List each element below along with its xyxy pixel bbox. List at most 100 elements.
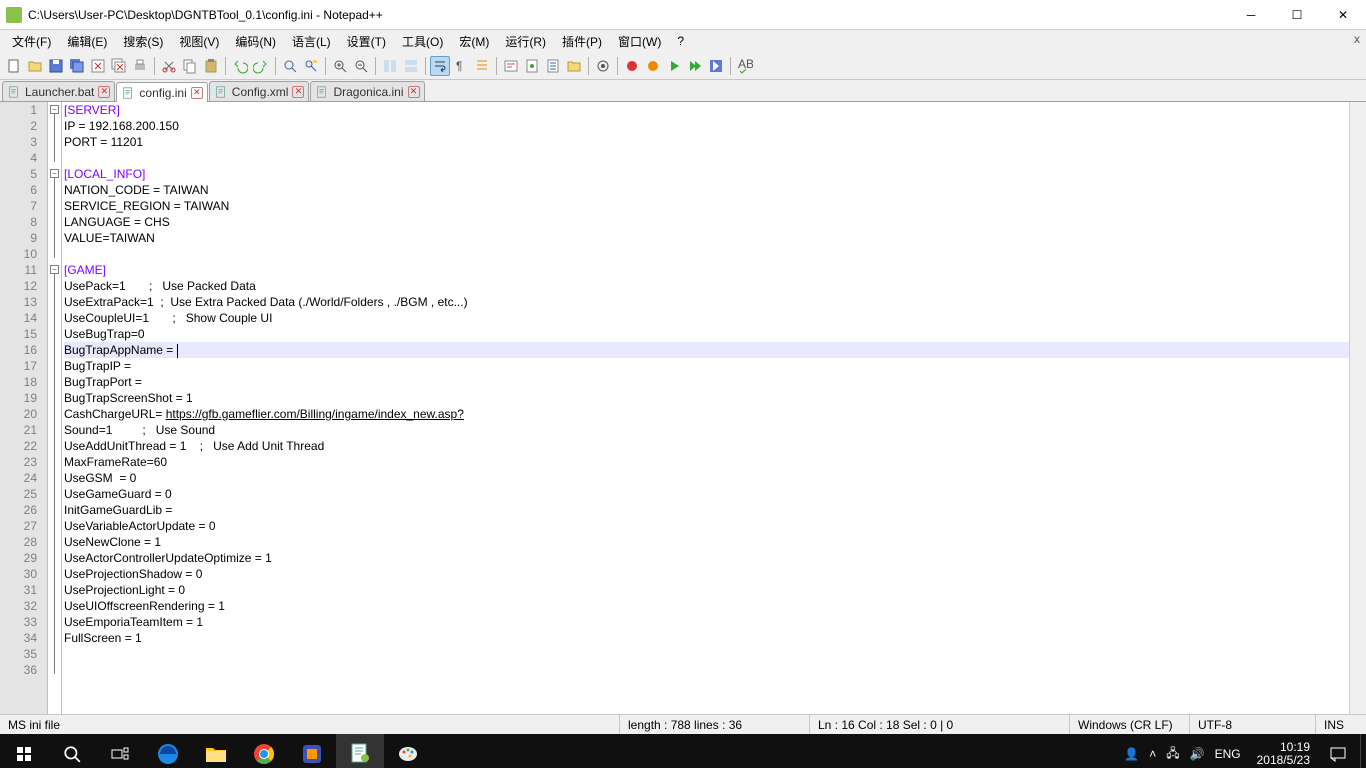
play-multi-button[interactable] bbox=[685, 56, 705, 76]
maximize-button[interactable]: ☐ bbox=[1274, 0, 1320, 30]
code-line[interactable]: UseVariableActorUpdate = 0 bbox=[64, 518, 1366, 534]
code-line[interactable]: SERVICE_REGION = TAIWAN bbox=[64, 198, 1366, 214]
menu-item[interactable]: 编辑(E) bbox=[59, 31, 115, 52]
tab[interactable]: Config.xml✕ bbox=[209, 81, 310, 101]
sync-v-button[interactable] bbox=[380, 56, 400, 76]
code-line[interactable]: UsePack=1 ; Use Packed Data bbox=[64, 278, 1366, 294]
editor[interactable]: 1234567891011121314151617181920212223242… bbox=[0, 102, 1366, 714]
code-line[interactable]: VALUE=TAIWAN bbox=[64, 230, 1366, 246]
code-line[interactable]: UseEmporiaTeamItem = 1 bbox=[64, 614, 1366, 630]
code-line[interactable]: InitGameGuardLib = bbox=[64, 502, 1366, 518]
sync-h-button[interactable] bbox=[401, 56, 421, 76]
fold-toggle[interactable]: − bbox=[50, 265, 59, 274]
tab[interactable]: Launcher.bat✕ bbox=[2, 81, 115, 101]
menu-item[interactable]: 宏(M) bbox=[451, 31, 497, 52]
people-icon[interactable]: 👤 bbox=[1124, 747, 1139, 761]
code-line[interactable]: BugTrapIP = bbox=[64, 358, 1366, 374]
code-line[interactable]: UseCoupleUI=1 ; Show Couple UI bbox=[64, 310, 1366, 326]
menu-item[interactable]: 插件(P) bbox=[554, 31, 610, 52]
taskbar-chrome-icon[interactable] bbox=[240, 734, 288, 768]
code-line[interactable]: [GAME] bbox=[64, 262, 1366, 278]
taskbar-edge-icon[interactable] bbox=[144, 734, 192, 768]
menu-item[interactable]: 搜索(S) bbox=[115, 31, 171, 52]
close-all-button[interactable] bbox=[109, 56, 129, 76]
network-icon[interactable]: 🖧 bbox=[1166, 744, 1179, 765]
zoom-out-button[interactable] bbox=[351, 56, 371, 76]
menu-item[interactable]: 语言(L) bbox=[284, 31, 339, 52]
code-line[interactable]: UseAddUnitThread = 1 ; Use Add Unit Thre… bbox=[64, 438, 1366, 454]
cut-button[interactable] bbox=[159, 56, 179, 76]
menu-item[interactable]: 运行(R) bbox=[497, 31, 554, 52]
show-all-chars-button[interactable]: ¶ bbox=[451, 56, 471, 76]
fold-toggle[interactable]: − bbox=[50, 169, 59, 178]
code-line[interactable]: IP = 192.168.200.150 bbox=[64, 118, 1366, 134]
code-line[interactable]: LANGUAGE = CHS bbox=[64, 214, 1366, 230]
play-button[interactable] bbox=[664, 56, 684, 76]
code-line[interactable]: UseActorControllerUpdateOptimize = 1 bbox=[64, 550, 1366, 566]
indent-guide-button[interactable] bbox=[472, 56, 492, 76]
code-line[interactable]: BugTrapScreenShot = 1 bbox=[64, 390, 1366, 406]
menu-item[interactable]: 编码(N) bbox=[227, 31, 284, 52]
taskbar-notepadpp-icon[interactable] bbox=[336, 734, 384, 768]
copy-button[interactable] bbox=[180, 56, 200, 76]
menu-item[interactable]: 工具(O) bbox=[394, 31, 451, 52]
tab[interactable]: Dragonica.ini✕ bbox=[310, 81, 424, 101]
search-button[interactable] bbox=[48, 734, 96, 768]
find-button[interactable] bbox=[280, 56, 300, 76]
code-line[interactable]: CashChargeURL= https://gfb.gameflier.com… bbox=[64, 406, 1366, 422]
code-line[interactable]: UseGSM = 0 bbox=[64, 470, 1366, 486]
code-line[interactable]: UseProjectionShadow = 0 bbox=[64, 566, 1366, 582]
tab-close-icon[interactable]: ✕ bbox=[292, 86, 304, 98]
code-area[interactable]: [SERVER]IP = 192.168.200.150PORT = 11201… bbox=[62, 102, 1366, 714]
code-line[interactable] bbox=[64, 150, 1366, 166]
menu-item[interactable]: 设置(T) bbox=[339, 31, 394, 52]
code-line[interactable]: UseExtraPack=1 ; Use Extra Packed Data (… bbox=[64, 294, 1366, 310]
taskview-button[interactable] bbox=[96, 734, 144, 768]
code-line[interactable]: UseProjectionLight = 0 bbox=[64, 582, 1366, 598]
code-line[interactable] bbox=[64, 662, 1366, 678]
start-button[interactable] bbox=[0, 734, 48, 768]
monitor-button[interactable] bbox=[593, 56, 613, 76]
code-line[interactable]: BugTrapPort = bbox=[64, 374, 1366, 390]
close-file-button[interactable] bbox=[88, 56, 108, 76]
fold-toggle[interactable]: − bbox=[50, 105, 59, 114]
code-line[interactable]: UseNewClone = 1 bbox=[64, 534, 1366, 550]
code-line[interactable] bbox=[64, 646, 1366, 662]
save-button[interactable] bbox=[46, 56, 66, 76]
save-macro-button[interactable] bbox=[706, 56, 726, 76]
stop-button[interactable] bbox=[643, 56, 663, 76]
zoom-in-button[interactable] bbox=[330, 56, 350, 76]
code-line[interactable]: [LOCAL_INFO] bbox=[64, 166, 1366, 182]
undo-button[interactable] bbox=[230, 56, 250, 76]
new-file-button[interactable] bbox=[4, 56, 24, 76]
taskbar-paint-icon[interactable] bbox=[384, 734, 432, 768]
code-line[interactable]: NATION_CODE = TAIWAN bbox=[64, 182, 1366, 198]
tab-close-icon[interactable]: ✕ bbox=[98, 86, 110, 98]
code-line[interactable] bbox=[64, 246, 1366, 262]
open-file-button[interactable] bbox=[25, 56, 45, 76]
taskbar-app-icon[interactable] bbox=[288, 734, 336, 768]
code-line[interactable]: UseUIOffscreenRendering = 1 bbox=[64, 598, 1366, 614]
ime-lang[interactable]: ENG bbox=[1215, 747, 1241, 761]
code-line[interactable]: PORT = 11201 bbox=[64, 134, 1366, 150]
code-line[interactable]: FullScreen = 1 bbox=[64, 630, 1366, 646]
vertical-scrollbar[interactable] bbox=[1349, 102, 1366, 714]
taskbar-explorer-icon[interactable] bbox=[192, 734, 240, 768]
tab[interactable]: config.ini✕ bbox=[116, 82, 207, 102]
menu-item[interactable]: 文件(F) bbox=[4, 31, 59, 52]
redo-button[interactable] bbox=[251, 56, 271, 76]
func-list-button[interactable] bbox=[543, 56, 563, 76]
wrap-button[interactable] bbox=[430, 56, 450, 76]
minimize-button[interactable]: ─ bbox=[1228, 0, 1274, 30]
doc-close-icon[interactable]: x bbox=[1354, 32, 1360, 46]
tray-chevron-icon[interactable]: ˄ bbox=[1149, 747, 1156, 761]
code-line[interactable]: UseGameGuard = 0 bbox=[64, 486, 1366, 502]
tab-close-icon[interactable]: ✕ bbox=[191, 87, 203, 99]
udl-button[interactable] bbox=[501, 56, 521, 76]
notifications-button[interactable] bbox=[1316, 734, 1360, 768]
code-line[interactable]: MaxFrameRate=60 bbox=[64, 454, 1366, 470]
fold-margin[interactable]: − − − bbox=[48, 102, 62, 714]
menu-item[interactable]: 视图(V) bbox=[171, 31, 227, 52]
record-button[interactable] bbox=[622, 56, 642, 76]
spellcheck-button[interactable]: ABC bbox=[735, 56, 755, 76]
